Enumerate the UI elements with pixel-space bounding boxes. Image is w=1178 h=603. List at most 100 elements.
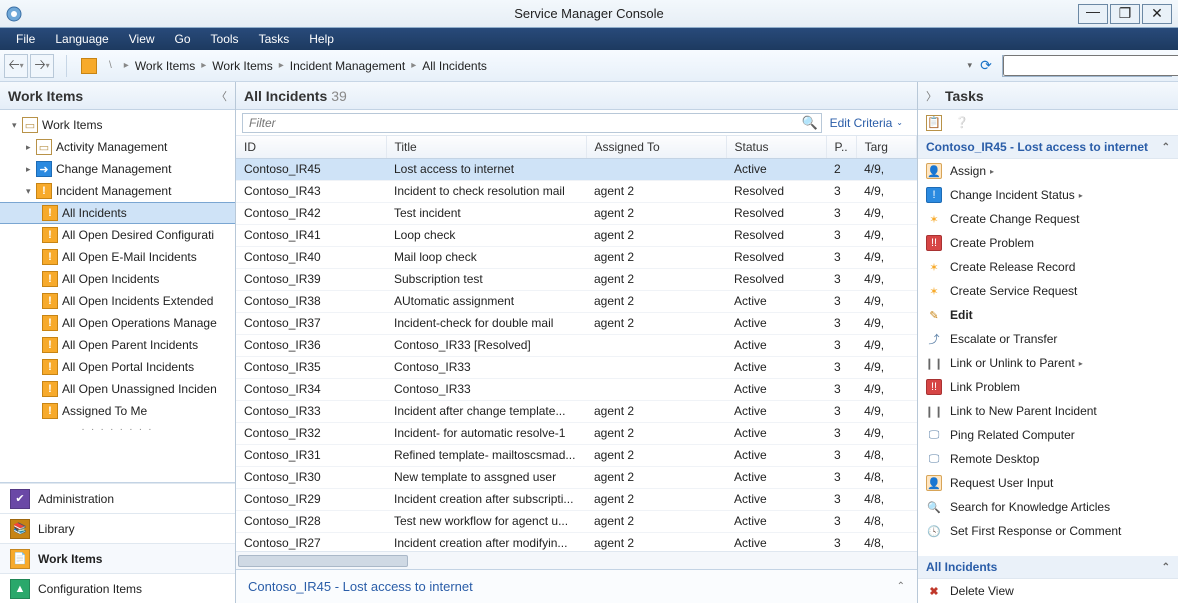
- minimize-button[interactable]: —: [1078, 4, 1108, 24]
- global-search-input[interactable]: [1003, 55, 1178, 76]
- table-row[interactable]: Contoso_IR35Contoso_IR33Active34/9,: [236, 356, 917, 378]
- horizontal-scrollbar[interactable]: [236, 551, 917, 569]
- preview-pane-header[interactable]: Contoso_IR45 - Lost access to internet ⌃: [236, 569, 917, 603]
- tree-leaf[interactable]: !All Open E-Mail Incidents: [0, 246, 235, 268]
- table-row[interactable]: Contoso_IR32Incident- for automatic reso…: [236, 422, 917, 444]
- tree-leaf[interactable]: !All Open Portal Incidents: [0, 356, 235, 378]
- tree-leaf[interactable]: !All Open Incidents: [0, 268, 235, 290]
- tree-root[interactable]: ▾▭Work Items: [0, 114, 235, 136]
- filter-input[interactable]: [243, 116, 799, 130]
- task-assign[interactable]: 👤Assign▸: [918, 159, 1178, 183]
- task-create-change-request[interactable]: ✶Create Change Request: [918, 207, 1178, 231]
- folder-icon: ▭: [22, 117, 38, 133]
- table-row[interactable]: Contoso_IR40Mail loop checkagent 2Resolv…: [236, 246, 917, 268]
- preview-collapse-icon[interactable]: ⌃: [897, 581, 905, 592]
- task-link-problem[interactable]: !!Link Problem: [918, 375, 1178, 399]
- breadcrumb-dropdown[interactable]: ▾: [961, 60, 978, 71]
- nav-forward-button[interactable]: 🡢▾: [30, 54, 54, 78]
- column-header[interactable]: P..: [826, 136, 856, 158]
- filter-box[interactable]: 🔍: [242, 113, 822, 133]
- wunderbar-administration[interactable]: ✔Administration: [0, 483, 235, 513]
- tree-leaf[interactable]: !All Open Operations Manage: [0, 312, 235, 334]
- breadcrumb-item[interactable]: Work Items: [212, 59, 272, 73]
- wunderbar-work-items[interactable]: 📄Work Items: [0, 543, 235, 573]
- column-header[interactable]: Title: [386, 136, 586, 158]
- collapse-tasks-icon[interactable]: 〉: [926, 88, 937, 104]
- task-create-problem[interactable]: !!Create Problem: [918, 231, 1178, 255]
- task-search-for-knowledge-articles[interactable]: 🔍Search for Knowledge Articles: [918, 495, 1178, 519]
- menu-help[interactable]: Help: [299, 32, 344, 46]
- table-row[interactable]: Contoso_IR29Incident creation after subs…: [236, 488, 917, 510]
- task-ping-related-computer[interactable]: 🖵Ping Related Computer: [918, 423, 1178, 447]
- tree-leaf[interactable]: !All Open Parent Incidents: [0, 334, 235, 356]
- wunderbar-library[interactable]: 📚Library: [0, 513, 235, 543]
- global-search-box[interactable]: 🔍▾: [1002, 55, 1172, 77]
- tree-node[interactable]: ▾!Incident Management: [0, 180, 235, 202]
- column-header[interactable]: ID: [236, 136, 386, 158]
- task-delete-view[interactable]: ✖Delete View: [918, 579, 1178, 603]
- task-remote-desktop[interactable]: 🖵Remote Desktop: [918, 447, 1178, 471]
- column-header[interactable]: Targ: [856, 136, 916, 158]
- task-request-user-input[interactable]: 👤Request User Input: [918, 471, 1178, 495]
- table-row[interactable]: Contoso_IR30New template to assgned user…: [236, 466, 917, 488]
- tree-leaf[interactable]: !All Open Desired Configurati: [0, 224, 235, 246]
- tree-leaf[interactable]: !Assigned To Me: [0, 400, 235, 422]
- table-row[interactable]: Contoso_IR34Contoso_IR33Active34/9,: [236, 378, 917, 400]
- task-section-selected-item[interactable]: Contoso_IR45 - Lost access to internet ⌃: [918, 136, 1178, 159]
- filter-search-icon[interactable]: 🔍: [799, 115, 821, 131]
- grid-scroll-area[interactable]: IDTitleAssigned ToStatusP..Targ Contoso_…: [236, 136, 917, 551]
- task-edit[interactable]: ✎Edit: [918, 303, 1178, 327]
- menu-tools[interactable]: Tools: [201, 32, 249, 46]
- table-row[interactable]: Contoso_IR31Refined template- mailtoscsm…: [236, 444, 917, 466]
- table-row[interactable]: Contoso_IR36Contoso_IR33 [Resolved]Activ…: [236, 334, 917, 356]
- table-row[interactable]: Contoso_IR37Incident-check for double ma…: [236, 312, 917, 334]
- help-icon[interactable]: ❔: [954, 115, 970, 131]
- table-row[interactable]: Contoso_IR39Subscription testagent 2Reso…: [236, 268, 917, 290]
- table-row[interactable]: Contoso_IR33Incident after change templa…: [236, 400, 917, 422]
- refresh-icon[interactable]: ⟳: [978, 58, 994, 74]
- task-change-incident-status[interactable]: !Change Incident Status▸: [918, 183, 1178, 207]
- system-icon[interactable]: [0, 6, 28, 22]
- tree-leaf[interactable]: !All Open Incidents Extended: [0, 290, 235, 312]
- task-set-first-response-or-comment[interactable]: 🕓Set First Response or Comment: [918, 519, 1178, 543]
- table-row[interactable]: Contoso_IR27Incident creation after modi…: [236, 532, 917, 551]
- table-row[interactable]: Contoso_IR41Loop checkagent 2Resolved34/…: [236, 224, 917, 246]
- menu-view[interactable]: View: [119, 32, 165, 46]
- menu-language[interactable]: Language: [45, 32, 118, 46]
- cell-status: Active: [726, 400, 826, 422]
- task-link-or-unlink-to-parent[interactable]: ❙❙Link or Unlink to Parent▸: [918, 351, 1178, 375]
- breadcrumb-item[interactable]: Incident Management: [290, 59, 405, 73]
- breadcrumb-item[interactable]: All Incidents: [422, 59, 487, 73]
- tree-node[interactable]: ▸▭Activity Management: [0, 136, 235, 158]
- menu-go[interactable]: Go: [165, 32, 201, 46]
- task-link-to-new-parent-incident[interactable]: ❙❙Link to New Parent Incident: [918, 399, 1178, 423]
- task-section-view[interactable]: All Incidents ⌃: [918, 556, 1178, 579]
- clipboard-icon[interactable]: 📋: [926, 115, 942, 131]
- column-header[interactable]: Status: [726, 136, 826, 158]
- menu-file[interactable]: File: [6, 32, 45, 46]
- task-create-release-record[interactable]: ✶Create Release Record: [918, 255, 1178, 279]
- task-label: Link to New Parent Incident: [950, 404, 1097, 418]
- column-header[interactable]: Assigned To: [586, 136, 726, 158]
- cell-title: Test incident: [386, 202, 586, 224]
- task-create-service-request[interactable]: ✶Create Service Request: [918, 279, 1178, 303]
- chevron-right-icon: ▸: [405, 60, 422, 71]
- nav-back-button[interactable]: 🡠▾: [4, 54, 28, 78]
- tree-node[interactable]: ▸➜Change Management: [0, 158, 235, 180]
- table-row[interactable]: Contoso_IR38AUtomatic assignmentagent 2A…: [236, 290, 917, 312]
- table-row[interactable]: Contoso_IR45Lost access to internetActiv…: [236, 158, 917, 180]
- breadcrumb-item[interactable]: Work Items: [135, 59, 195, 73]
- menu-tasks[interactable]: Tasks: [249, 32, 300, 46]
- maximize-button[interactable]: ❐: [1110, 4, 1140, 24]
- tree-leaf[interactable]: !All Incidents: [0, 202, 235, 224]
- table-row[interactable]: Contoso_IR28Test new workflow for agenct…: [236, 510, 917, 532]
- edit-criteria-link[interactable]: Edit Criteria⌄: [822, 116, 911, 130]
- table-row[interactable]: Contoso_IR42Test incidentagent 2Resolved…: [236, 202, 917, 224]
- cell-title: Test new workflow for agenct u...: [386, 510, 586, 532]
- collapse-nav-icon[interactable]: 〈: [216, 88, 227, 104]
- close-button[interactable]: ✕: [1142, 4, 1172, 24]
- wunderbar-configuration-items[interactable]: ▲Configuration Items: [0, 573, 235, 603]
- tree-leaf[interactable]: !All Open Unassigned Inciden: [0, 378, 235, 400]
- task-escalate-or-transfer[interactable]: ⤴Escalate or Transfer: [918, 327, 1178, 351]
- table-row[interactable]: Contoso_IR43Incident to check resolution…: [236, 180, 917, 202]
